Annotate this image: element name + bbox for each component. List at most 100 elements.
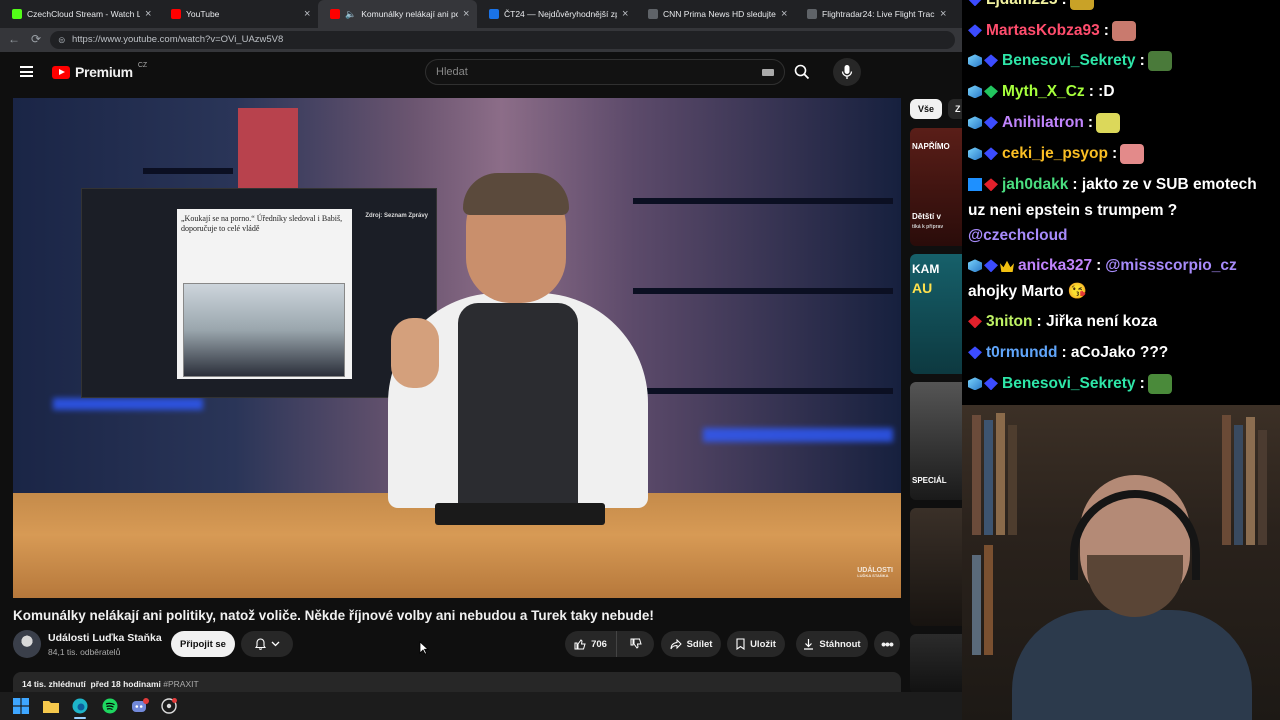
share-button[interactable]: Sdílet — [661, 631, 721, 657]
view-count: 14 tis. zhlédnutí — [22, 679, 86, 689]
url-text: https://www.youtube.com/watch?v=OVi_UAzw… — [72, 34, 284, 45]
gem-badge-icon — [968, 0, 982, 7]
file-explorer-icon[interactable] — [41, 696, 61, 716]
chat-username[interactable]: jah0dakk — [1002, 176, 1068, 193]
hashtag-link[interactable]: #PRAXIT — [163, 679, 198, 689]
webcam-feed — [962, 405, 1280, 720]
filter-chip-next[interactable]: Z — [948, 99, 962, 119]
chat-username[interactable]: ceki_je_psyop — [1002, 145, 1108, 162]
cube-badge-icon — [968, 259, 982, 273]
obs-icon[interactable] — [159, 696, 179, 716]
close-tab-icon[interactable]: × — [304, 8, 312, 20]
related-video-thumbnail[interactable]: KAM AU — [910, 254, 962, 374]
channel-watermark: UDÁLOSTI LUĎKA STAŇKA — [857, 567, 893, 578]
chat-message: Benesovi_Sekrety: — [968, 48, 1172, 74]
chat-username[interactable]: Anihilatron — [1002, 114, 1084, 131]
chevron-down-icon — [271, 641, 279, 647]
close-tab-icon[interactable]: × — [940, 8, 948, 20]
save-button[interactable]: Uložit — [727, 631, 785, 657]
chat-message: Ljdam225: — [968, 0, 1094, 13]
chat-username[interactable]: Benesovi_Sekrety — [1002, 52, 1136, 69]
thumb-label: KAM — [912, 262, 940, 276]
chat-username[interactable]: Myth_X_Cz — [1002, 83, 1085, 100]
notification-bell-button[interactable] — [241, 631, 293, 657]
voice-search-button[interactable] — [833, 58, 861, 86]
related-video-thumbnail[interactable] — [910, 634, 962, 692]
globe-icon — [807, 9, 817, 19]
emote-icon — [1111, 20, 1136, 41]
browser-tab[interactable]: Flightradar24: Live Flight Tracker - × — [795, 0, 954, 28]
related-video-thumbnail[interactable]: SPECIÁL — [910, 382, 962, 500]
youtube-premium-logo[interactable]: Premium CZ — [52, 62, 147, 80]
search-input[interactable]: Hledat — [425, 59, 785, 85]
speaker-icon[interactable]: 🔈 — [345, 9, 356, 20]
channel-avatar[interactable] — [13, 630, 41, 658]
description-box[interactable]: 14 tis. zhlédnutí před 18 hodinami #PRAX… — [13, 672, 901, 692]
youtube-icon — [171, 9, 181, 19]
bookmark-icon — [736, 638, 745, 650]
browser-tab[interactable]: YouTube × — [159, 0, 318, 28]
gem-badge-icon — [984, 259, 998, 273]
chat-username[interactable]: Benesovi_Sekrety — [1002, 375, 1136, 392]
kick-icon — [12, 9, 22, 19]
filter-chip-all[interactable]: Vše — [910, 99, 942, 119]
browser-tab[interactable]: CNN Prima News HD sledujte onli × — [636, 0, 795, 28]
chat-message-continuation: @czechcloud — [968, 227, 1068, 244]
more-actions-button[interactable]: ••• — [874, 631, 900, 657]
url-field[interactable]: ⊜ https://www.youtube.com/watch?v=OVi_UA… — [50, 31, 955, 49]
close-tab-icon[interactable]: × — [781, 8, 789, 20]
video-player[interactable]: Zdroj: Seznam Zprávy „Koukají se na porn… — [13, 98, 901, 598]
browser-tab[interactable]: 🔈 Komunálky nelákají ani politi × — [318, 0, 477, 28]
hamburger-menu-icon[interactable] — [20, 66, 33, 77]
browser-tab[interactable]: ČT24 — Nejdůvěryhodnější zpravo × — [477, 0, 636, 28]
spotify-icon[interactable] — [100, 696, 120, 716]
chat-badges — [968, 54, 998, 68]
crown-badge-icon — [1000, 260, 1014, 273]
like-button[interactable]: 706 — [565, 631, 617, 657]
arrow-badge-icon — [968, 178, 982, 192]
chat-username[interactable]: 3niton — [986, 313, 1033, 330]
globe-icon — [648, 9, 658, 19]
neon-light — [703, 428, 893, 442]
chat-username[interactable]: anicka327 — [1018, 257, 1092, 274]
chat-mention[interactable]: @missscorpio_cz — [1105, 257, 1236, 274]
chat-text: : — [1087, 114, 1093, 131]
address-bar-row: ← ⟳ ⊜ https://www.youtube.com/watch?v=OV… — [0, 28, 962, 52]
chat-message: jah0dakk: jakto ze v SUB emotech — [968, 172, 1257, 198]
windows-start-icon[interactable] — [11, 696, 31, 716]
neon-light — [53, 398, 203, 410]
chat-username[interactable]: t0rmundd — [986, 344, 1057, 361]
discord-icon[interactable] — [130, 696, 150, 716]
chat-badges — [968, 377, 998, 391]
gem-red-badge-icon — [968, 315, 982, 329]
chat-username[interactable]: Ljdam225 — [986, 0, 1058, 8]
keyboard-icon[interactable] — [762, 69, 774, 76]
join-button[interactable]: Připojit se — [171, 631, 235, 657]
dislike-button[interactable] — [617, 631, 654, 657]
chat-username[interactable]: MartasKobza93 — [986, 22, 1100, 39]
shelf — [143, 168, 233, 174]
reload-icon[interactable]: ⟳ — [31, 32, 41, 46]
presenter — [363, 173, 673, 508]
related-video-thumbnail[interactable] — [910, 508, 962, 626]
chat-badges — [968, 0, 982, 7]
close-tab-icon[interactable]: × — [145, 8, 153, 20]
download-label: Stáhnout — [819, 638, 861, 650]
gem-badge-icon — [984, 377, 998, 391]
share-label: Sdílet — [686, 638, 713, 650]
site-info-icon[interactable]: ⊜ — [58, 31, 66, 49]
channel-name[interactable]: Události Luďka Staňka — [48, 632, 162, 644]
search-button[interactable] — [786, 59, 818, 85]
chat-badges — [968, 116, 998, 130]
edge-icon[interactable] — [70, 696, 90, 719]
chat-text: : — [1096, 257, 1102, 274]
download-button[interactable]: Stáhnout — [796, 631, 868, 657]
close-tab-icon[interactable]: × — [463, 8, 471, 20]
close-tab-icon[interactable]: × — [622, 8, 630, 20]
back-icon[interactable]: ← — [8, 32, 20, 46]
youtube-icon — [330, 9, 340, 19]
cube-badge-icon — [968, 54, 982, 68]
browser-tab[interactable]: CzechCloud Stream - Watch Live o × — [0, 0, 159, 28]
related-video-thumbnail[interactable]: NAPŘÍMO Dětští v tiká k připrav — [910, 128, 962, 246]
stream-chat-overlay: Ljdam225: MartasKobza93: Benesovi_Sekrety:… — [962, 0, 1280, 405]
